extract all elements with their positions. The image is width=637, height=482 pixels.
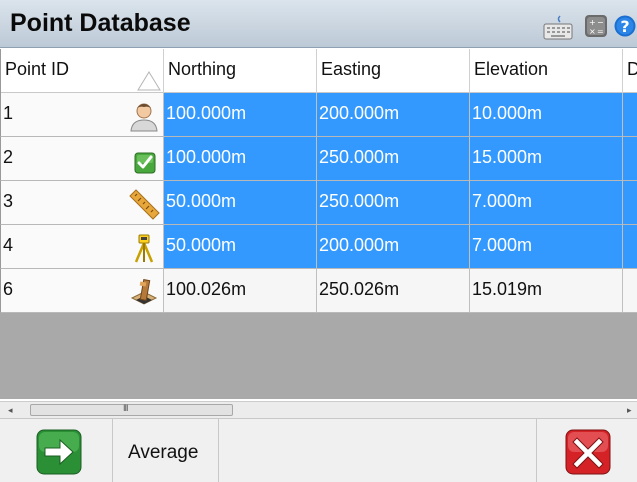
- elevation-cell[interactable]: 15.019m: [470, 269, 623, 313]
- elevation-cell[interactable]: 7.000m: [470, 181, 623, 225]
- table-row[interactable]: 4 50.000m 200.000m 7.000m: [0, 225, 637, 269]
- d-cell[interactable]: [623, 181, 637, 225]
- page-title: Point Database: [10, 9, 191, 37]
- bottom-toolbar: Average: [0, 418, 637, 482]
- column-label: Point ID: [5, 59, 70, 79]
- column-header-point-id[interactable]: Point ID: [0, 49, 164, 93]
- close-icon: [565, 429, 611, 475]
- point-id: 6: [3, 279, 14, 299]
- column-label: D: [627, 59, 637, 79]
- scroll-left-arrow[interactable]: ◂: [8, 405, 13, 416]
- column-header-d[interactable]: D: [623, 49, 637, 93]
- column-label: Easting: [321, 59, 382, 79]
- svg-text:+: +: [589, 18, 596, 27]
- scroll-right-arrow[interactable]: ▸: [627, 405, 632, 416]
- average-label: Average: [128, 442, 199, 463]
- scrollbar-grip: III: [123, 403, 128, 413]
- column-label: Northing: [168, 59, 237, 79]
- easting-cell[interactable]: 250.000m: [317, 181, 470, 225]
- check-icon: [134, 152, 156, 174]
- point-id-cell: 1: [0, 93, 164, 137]
- column-header-easting[interactable]: Easting: [317, 49, 470, 93]
- title-bar: Point Database + − × = ?: [0, 0, 637, 48]
- horizontal-scrollbar[interactable]: ◂ III ▸: [0, 401, 637, 418]
- average-button[interactable]: Average: [113, 419, 219, 482]
- northing-cell[interactable]: 100.000m: [164, 137, 317, 181]
- easting-cell[interactable]: 250.000m: [317, 137, 470, 181]
- easting-cell[interactable]: 250.026m: [317, 269, 470, 313]
- table-row[interactable]: 1 100.000m 200.000m 10.000m: [0, 93, 637, 137]
- svg-text:−: −: [597, 18, 604, 27]
- d-cell[interactable]: [623, 137, 637, 181]
- survey-stake-icon: [130, 279, 158, 305]
- ruler-icon: [129, 189, 160, 220]
- point-id-cell: 2: [0, 137, 164, 181]
- column-label: Elevation: [474, 59, 549, 79]
- elevation-cell[interactable]: 7.000m: [470, 225, 623, 269]
- northing-cell[interactable]: 50.000m: [164, 181, 317, 225]
- northing-cell[interactable]: 100.026m: [164, 269, 317, 313]
- svg-text:?: ?: [620, 17, 629, 36]
- table-header: Point ID Northing Easting Elevation D: [0, 49, 637, 93]
- tripod-icon: [134, 234, 154, 263]
- column-header-northing[interactable]: Northing: [164, 49, 317, 93]
- northing-cell[interactable]: 100.000m: [164, 93, 317, 137]
- point-id: 1: [3, 103, 14, 123]
- accept-button[interactable]: [0, 419, 113, 482]
- point-id-cell: 3: [0, 181, 164, 225]
- point-id: 2: [3, 147, 14, 167]
- cancel-button[interactable]: [536, 419, 637, 482]
- calculator-icon[interactable]: + −× =: [584, 14, 608, 38]
- keyboard-icon[interactable]: [543, 14, 573, 40]
- column-header-elevation[interactable]: Elevation: [470, 49, 623, 93]
- scrollbar-thumb[interactable]: III: [30, 403, 233, 416]
- person-icon: [130, 103, 158, 132]
- svg-text:=: =: [597, 27, 604, 36]
- northing-cell[interactable]: 50.000m: [164, 225, 317, 269]
- arrow-right-icon: [36, 429, 82, 475]
- d-cell[interactable]: [623, 93, 637, 137]
- point-id: 4: [3, 235, 14, 255]
- elevation-cell[interactable]: 10.000m: [470, 93, 623, 137]
- svg-text:×: ×: [589, 27, 596, 36]
- point-id: 3: [3, 191, 14, 211]
- table-row[interactable]: 6 100.026m 250.026m 15.019m: [0, 269, 637, 313]
- help-icon[interactable]: ?: [614, 14, 636, 38]
- point-id-cell: 4: [0, 225, 164, 269]
- point-table: Point ID Northing Easting Elevation D 1 …: [0, 49, 637, 399]
- point-id-cell: 6: [0, 269, 164, 313]
- table-row[interactable]: 3 50.000m 250.000m 7.000m: [0, 181, 637, 225]
- easting-cell[interactable]: 200.000m: [317, 225, 470, 269]
- elevation-cell[interactable]: 15.000m: [470, 137, 623, 181]
- sort-triangle-icon: [137, 71, 161, 91]
- d-cell[interactable]: [623, 269, 637, 313]
- d-cell[interactable]: [623, 225, 637, 269]
- table-row[interactable]: 2 100.000m 250.000m 15.000m: [0, 137, 637, 181]
- easting-cell[interactable]: 200.000m: [317, 93, 470, 137]
